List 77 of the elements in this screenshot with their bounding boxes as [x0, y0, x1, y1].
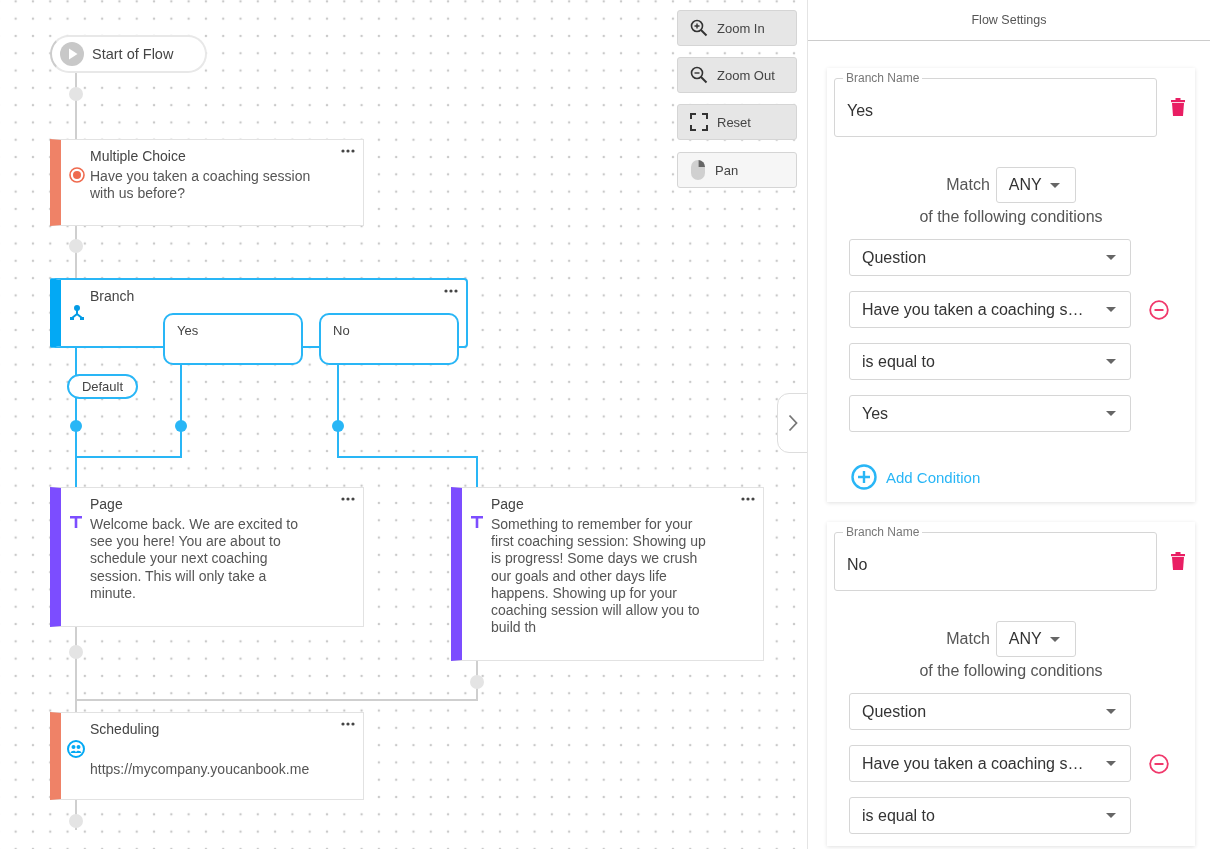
connector-line — [75, 799, 77, 831]
condition-dropdown[interactable]: Question — [849, 693, 1131, 730]
node-text: Have you taken a coaching session with us before? — [90, 168, 312, 203]
caret-icon — [1106, 761, 1116, 766]
chevron-right-icon — [788, 414, 798, 432]
panel-title: Flow Settings — [971, 13, 1047, 27]
match-dropdown[interactable]: ANY — [995, 167, 1076, 203]
branch-path[interactable]: Yes — [163, 313, 303, 365]
conditions-caption: of the following conditions — [918, 208, 1104, 226]
more-icon[interactable] — [341, 149, 355, 153]
connector-dot[interactable] — [470, 675, 484, 689]
caret-icon — [1049, 182, 1060, 188]
connector-dot[interactable] — [332, 420, 344, 432]
remove-icon[interactable] — [1149, 299, 1169, 320]
branch-path[interactable]: No — [319, 313, 459, 365]
question-node[interactable]: Multiple Choice Have you taken a coaching session with us before? — [50, 139, 364, 226]
node-title: Branch — [90, 288, 135, 304]
mouse-icon — [690, 159, 706, 181]
condition-dropdown[interactable]: is equal to — [849, 797, 1131, 834]
caret-icon — [1106, 307, 1116, 312]
caret-icon — [1049, 636, 1060, 642]
node-title: Page — [491, 496, 524, 512]
plus-circle-icon — [851, 464, 877, 490]
match-dropdown[interactable]: ANY — [995, 621, 1076, 657]
node-title: Multiple Choice — [90, 148, 186, 164]
trash-icon[interactable] — [1171, 98, 1185, 116]
conditions-caption: of the following conditions — [918, 662, 1104, 680]
caret-icon — [1106, 709, 1116, 714]
match-label: Match — [946, 630, 990, 648]
node-text: https://mycompany.youcanbook.me — [90, 761, 311, 779]
connector-dot[interactable] — [69, 239, 83, 253]
zoom-out-icon — [690, 66, 708, 84]
text-icon — [470, 515, 484, 529]
connector-dot[interactable] — [69, 645, 83, 659]
zoom-in-button[interactable]: Zoom In — [677, 10, 797, 46]
page-node[interactable]: Page Welcome back. We are excited to see you here! You are about to schedule your next coaching session. This will only take a minute. — [50, 487, 364, 627]
remove-icon[interactable] — [1149, 753, 1169, 774]
page-node[interactable] — [451, 487, 764, 661]
branch-name-field[interactable]: Branch Name No — [834, 525, 1157, 591]
caret-icon — [1106, 359, 1116, 364]
pan-button[interactable]: Pan — [677, 152, 797, 188]
condition-dropdown[interactable]: Question — [849, 239, 1131, 276]
zoom-in-icon — [690, 19, 708, 37]
more-icon[interactable] — [444, 289, 458, 293]
connector-dot[interactable] — [69, 814, 83, 828]
connector-dot[interactable] — [69, 87, 83, 101]
more-icon[interactable] — [341, 497, 355, 501]
zoom-out-button[interactable]: Zoom Out — [677, 57, 797, 93]
condition-dropdown[interactable]: Yes — [849, 395, 1131, 432]
condition-dropdown[interactable]: Have you taken a coaching s… — [849, 291, 1131, 328]
more-icon[interactable] — [341, 722, 355, 726]
default-path[interactable]: Default — [67, 374, 138, 399]
connector-line — [75, 225, 77, 279]
match-label: Match — [946, 176, 990, 194]
node-text: Something to remember for your first coaching session: Showing up is progress! Some days we crush our goals and other days life happens. Showing up for your coaching session will allow you to build th — [491, 516, 707, 637]
node-text: Welcome back. We are excited to see you here! You are about to schedule your next coaching session. This will only take a minute. — [90, 516, 300, 602]
condition-dropdown[interactable]: is equal to — [849, 343, 1131, 380]
connector-dot[interactable] — [175, 420, 187, 432]
caret-icon — [1106, 411, 1116, 416]
scheduling-node[interactable]: Scheduling https://mycompany.youcanbook.me — [50, 712, 364, 800]
branch-icon — [69, 305, 85, 321]
caret-icon — [1106, 813, 1116, 818]
branch-name-field[interactable]: Branch Name Yes — [834, 71, 1157, 137]
reset-button[interactable]: Reset — [677, 104, 797, 140]
start-node[interactable]: Start of Flow — [50, 35, 207, 73]
radio-icon — [69, 167, 85, 183]
trash-icon[interactable] — [1171, 552, 1185, 570]
connector-dot[interactable] — [70, 420, 82, 432]
caret-icon — [1106, 255, 1116, 260]
connector-line — [75, 72, 77, 140]
fullscreen-icon — [690, 113, 708, 131]
play-icon — [60, 42, 84, 66]
condition-dropdown[interactable]: Have you taken a coaching s… — [849, 745, 1131, 782]
node-title: Page — [90, 496, 123, 512]
node-title: Scheduling — [90, 721, 160, 737]
text-icon — [69, 515, 83, 529]
more-icon[interactable] — [741, 497, 755, 501]
